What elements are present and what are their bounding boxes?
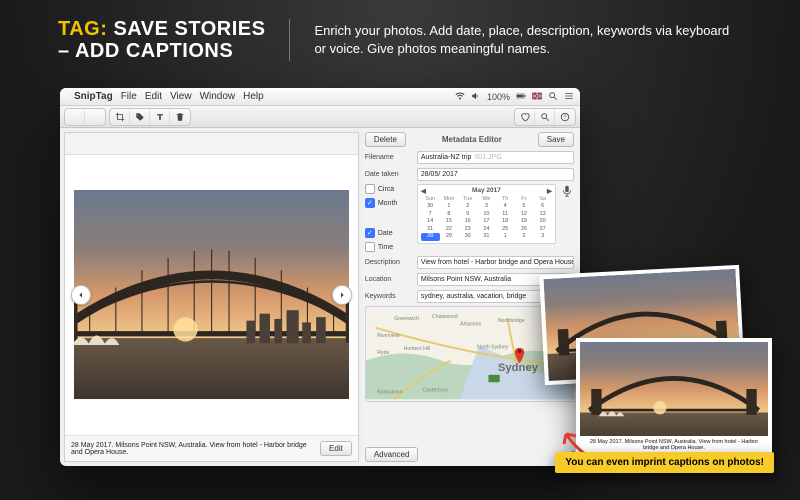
toolbar-group-nav — [64, 108, 106, 126]
svg-text:Ryde: Ryde — [377, 350, 389, 356]
toolbar-export-button[interactable] — [85, 109, 105, 125]
battery-text: 100% — [487, 92, 510, 102]
circa-checkbox[interactable] — [365, 184, 375, 194]
panel-title: Metadata Editor — [410, 135, 534, 144]
wifi-icon[interactable] — [455, 91, 465, 103]
filename-label: Filename — [365, 154, 413, 161]
spotlight-icon[interactable] — [548, 91, 558, 103]
callout-bubble: You can even imprint captions on photos! — [555, 452, 774, 473]
caption-bar: 28 May 2017. Milsons Point NSW, Australi… — [65, 435, 358, 461]
preview-photo-front: 28 May 2017. Milsons Point NSW, Australi… — [576, 338, 772, 458]
filmstrip[interactable] — [65, 133, 358, 155]
promo-banner: TAG: SAVE STORIES – ADD CAPTIONS Enrich … — [58, 18, 742, 62]
date-taken-input[interactable]: 28/05/ 2017 — [417, 168, 574, 181]
panel-header: Delete Metadata Editor Save — [365, 132, 574, 147]
menu-file[interactable]: File — [121, 91, 137, 102]
menu-view[interactable]: View — [170, 91, 192, 102]
toolbar-import-button[interactable] — [65, 109, 85, 125]
menu-window[interactable]: Window — [200, 91, 236, 102]
toolbar-help-button[interactable]: ? — [555, 109, 575, 125]
svg-text:Bankstown: Bankstown — [377, 390, 402, 396]
app-window: SnipTag File Edit View Window Help 100% — [60, 88, 580, 466]
image-viewer-pane: 28 May 2017. Milsons Point NSW, Australi… — [64, 132, 359, 462]
toolbar-text-button[interactable] — [150, 109, 170, 125]
month-label: Month — [378, 200, 397, 207]
keywords-label: Keywords — [365, 293, 413, 300]
date-cb-label: Date — [378, 230, 393, 237]
toolbar-group-edit — [109, 108, 191, 126]
cal-prev-icon[interactable]: ◀ — [421, 187, 426, 195]
promo-accent: TAG: — [58, 18, 107, 40]
save-button[interactable]: Save — [538, 132, 574, 147]
circa-label: Circa — [378, 186, 394, 193]
app-name[interactable]: SnipTag — [74, 91, 113, 102]
location-label: Location — [365, 276, 413, 283]
toolbar-heart-button[interactable] — [515, 109, 535, 125]
flag-icon[interactable] — [532, 91, 542, 103]
cal-next-icon[interactable]: ▶ — [547, 187, 552, 195]
volume-icon[interactable] — [471, 91, 481, 103]
edit-caption-button[interactable]: Edit — [320, 441, 352, 456]
svg-text:Canterbury: Canterbury — [422, 388, 448, 394]
prev-photo-button[interactable] — [71, 285, 91, 305]
svg-text:North Sydney: North Sydney — [477, 344, 509, 350]
next-photo-button[interactable] — [332, 285, 352, 305]
date-taken-label: Date taken — [365, 171, 413, 178]
menu-hamburger-icon[interactable] — [564, 91, 574, 103]
svg-text:Chatswood: Chatswood — [432, 314, 458, 320]
promo-separator — [289, 19, 290, 61]
toolbar-tag-button[interactable] — [130, 109, 150, 125]
menu-help[interactable]: Help — [243, 91, 264, 102]
time-cb-label: Time — [378, 244, 393, 251]
menubar-right: 100% — [455, 91, 574, 103]
photo-view — [65, 155, 358, 435]
promo-description: Enrich your photos. Add date, place, des… — [314, 22, 734, 57]
month-checkbox[interactable]: ✓ — [365, 198, 375, 208]
menubar: SnipTag File Edit View Window Help 100% — [60, 88, 580, 106]
toolbar: ? — [60, 106, 580, 128]
toolbar-trash-button[interactable] — [170, 109, 190, 125]
filename-input[interactable]: Australia-NZ trip 001.JPG — [417, 151, 574, 164]
svg-text:Northbridge: Northbridge — [498, 318, 525, 324]
cal-month: May 2017 — [472, 187, 501, 195]
toolbar-crop-button[interactable] — [110, 109, 130, 125]
advanced-button[interactable]: Advanced — [365, 447, 419, 462]
svg-text:Greenwich: Greenwich — [394, 316, 419, 322]
map-city-label: Sydney — [498, 362, 539, 374]
svg-text:Hunters Hill: Hunters Hill — [403, 346, 430, 352]
toolbar-search-button[interactable] — [535, 109, 555, 125]
toolbar-group-right: ? — [514, 108, 576, 126]
time-checkbox[interactable] — [365, 242, 375, 252]
date-checkbox[interactable]: ✓ — [365, 228, 375, 238]
description-label: Description — [365, 259, 413, 266]
promo-title: TAG: SAVE STORIES – ADD CAPTIONS — [58, 18, 265, 62]
svg-text:?: ? — [564, 114, 567, 120]
svg-text:Artarmon: Artarmon — [460, 322, 481, 328]
description-input[interactable]: View from hotel - Harbor bridge and Oper… — [417, 256, 574, 269]
svg-text:Riverview: Riverview — [377, 333, 400, 339]
battery-icon[interactable] — [516, 91, 526, 103]
menu-edit[interactable]: Edit — [145, 91, 162, 102]
main-photo — [74, 190, 349, 399]
mic-icon[interactable] — [560, 184, 574, 201]
delete-button[interactable]: Delete — [365, 132, 406, 147]
caption-text: 28 May 2017. Milsons Point NSW, Australi… — [71, 442, 314, 456]
calendar[interactable]: ◀ May 2017 ▶ SunMonTueWeThFrSa3012345678… — [417, 184, 556, 244]
